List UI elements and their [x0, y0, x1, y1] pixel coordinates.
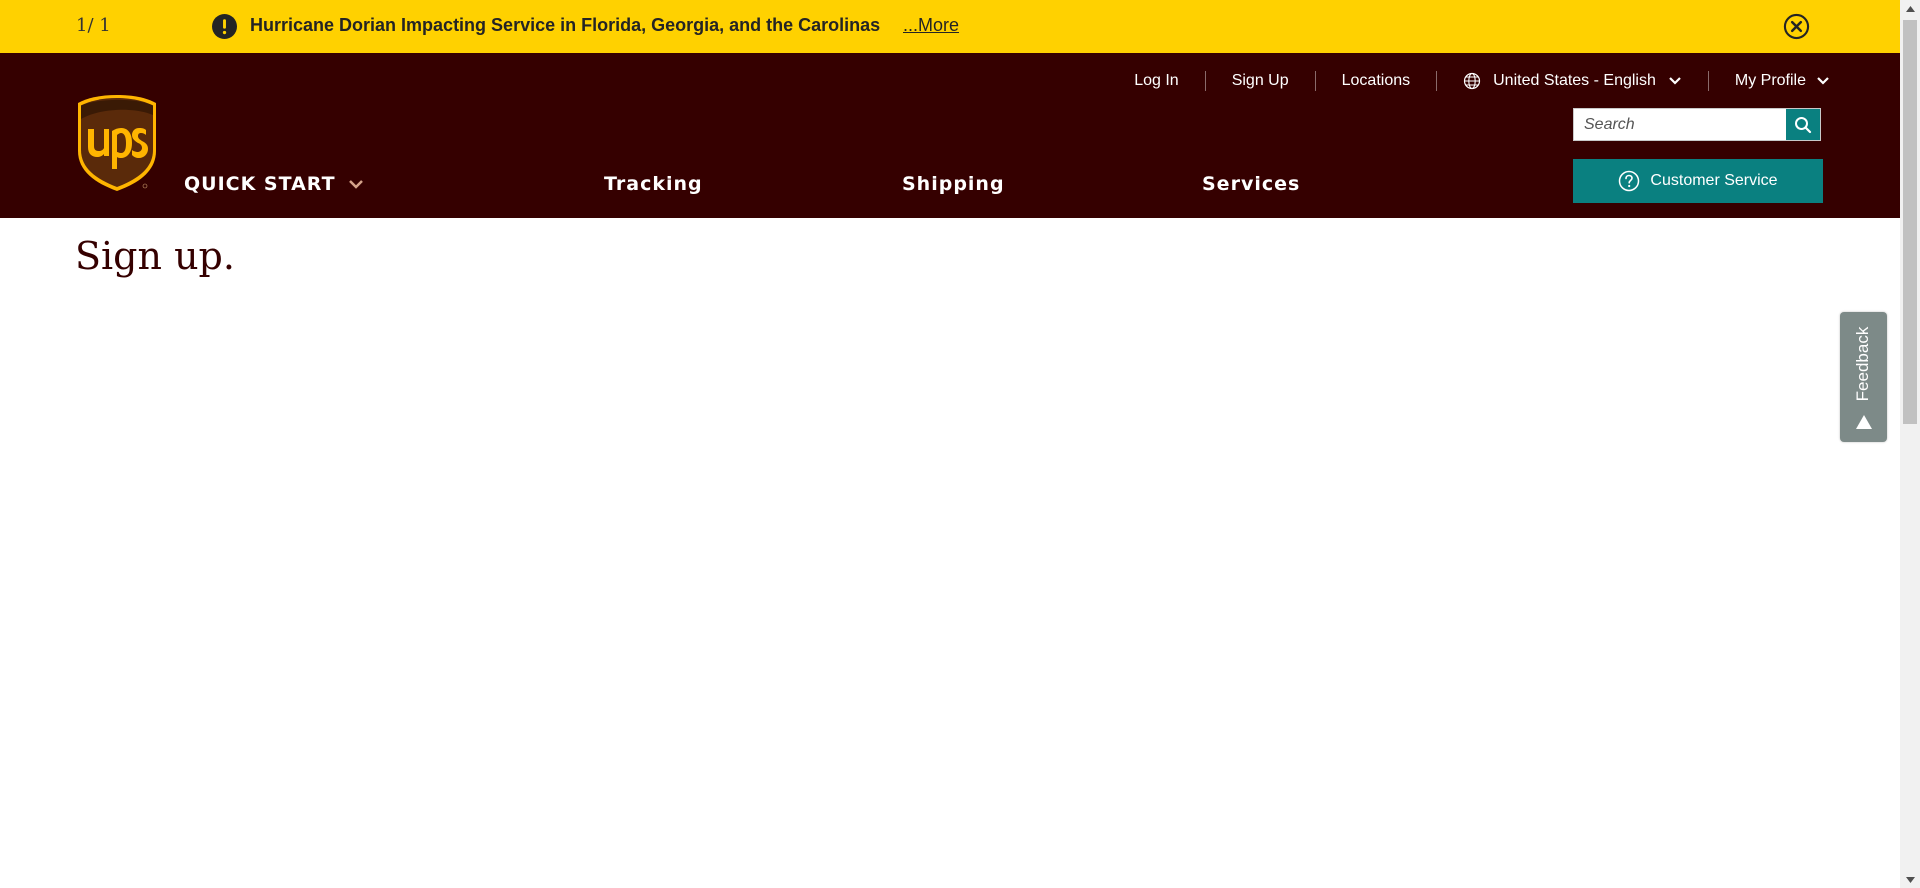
nav-quick-start-label: QUICK START: [184, 173, 336, 195]
feedback-tab[interactable]: Feedback: [1840, 312, 1887, 442]
scrollbar-thumb[interactable]: [1903, 20, 1917, 424]
alert-more-link[interactable]: ...More: [903, 15, 959, 36]
nav-quick-start[interactable]: QUICK START: [184, 173, 364, 195]
feedback-label: Feedback: [1853, 326, 1872, 402]
locations-link[interactable]: Locations: [1316, 72, 1437, 90]
site-header: Log In Sign Up Locations United States -…: [0, 53, 1900, 218]
search-button[interactable]: [1786, 109, 1820, 140]
utility-nav: Log In Sign Up Locations United States -…: [1108, 69, 1830, 93]
chevron-down-icon: [1669, 77, 1681, 85]
nav-tracking[interactable]: Tracking: [604, 173, 703, 195]
my-profile-label: My Profile: [1734, 72, 1806, 89]
search-box: [1573, 108, 1821, 141]
my-profile-menu[interactable]: My Profile: [1709, 72, 1830, 90]
alert-message: Hurricane Dorian Impacting Service in Fl…: [250, 15, 881, 35]
login-link[interactable]: Log In: [1108, 72, 1204, 90]
scrollbar[interactable]: [1900, 0, 1920, 888]
alert-counter: 1/ 1: [76, 15, 111, 36]
ups-logo[interactable]: [75, 93, 159, 193]
question-circle-icon: [1619, 170, 1640, 192]
close-circle-icon[interactable]: [1783, 13, 1810, 40]
customer-service-button[interactable]: Customer Service: [1573, 159, 1823, 203]
nav-services[interactable]: Services: [1202, 173, 1300, 195]
scroll-down-arrow[interactable]: [1900, 871, 1920, 888]
chevron-down-icon: [1817, 77, 1829, 85]
alert-banner: 1/ 1 Hurricane Dorian Impacting Service …: [0, 0, 1900, 53]
globe-icon: [1464, 72, 1481, 90]
exclamation-circle-icon: [212, 14, 237, 39]
customer-service-label: Customer Service: [1650, 172, 1778, 189]
chevron-down-icon: [348, 179, 363, 189]
language-selector[interactable]: United States - English: [1437, 72, 1708, 90]
signup-link[interactable]: Sign Up: [1206, 72, 1315, 90]
page-title: Sign up.: [75, 234, 235, 278]
search-icon: [1795, 116, 1812, 133]
nav-shipping[interactable]: Shipping: [902, 173, 1005, 195]
scroll-up-arrow[interactable]: [1900, 0, 1920, 17]
search-input[interactable]: [1574, 109, 1786, 140]
language-label: United States - English: [1493, 72, 1656, 89]
arrow-up-icon: [1856, 415, 1872, 429]
